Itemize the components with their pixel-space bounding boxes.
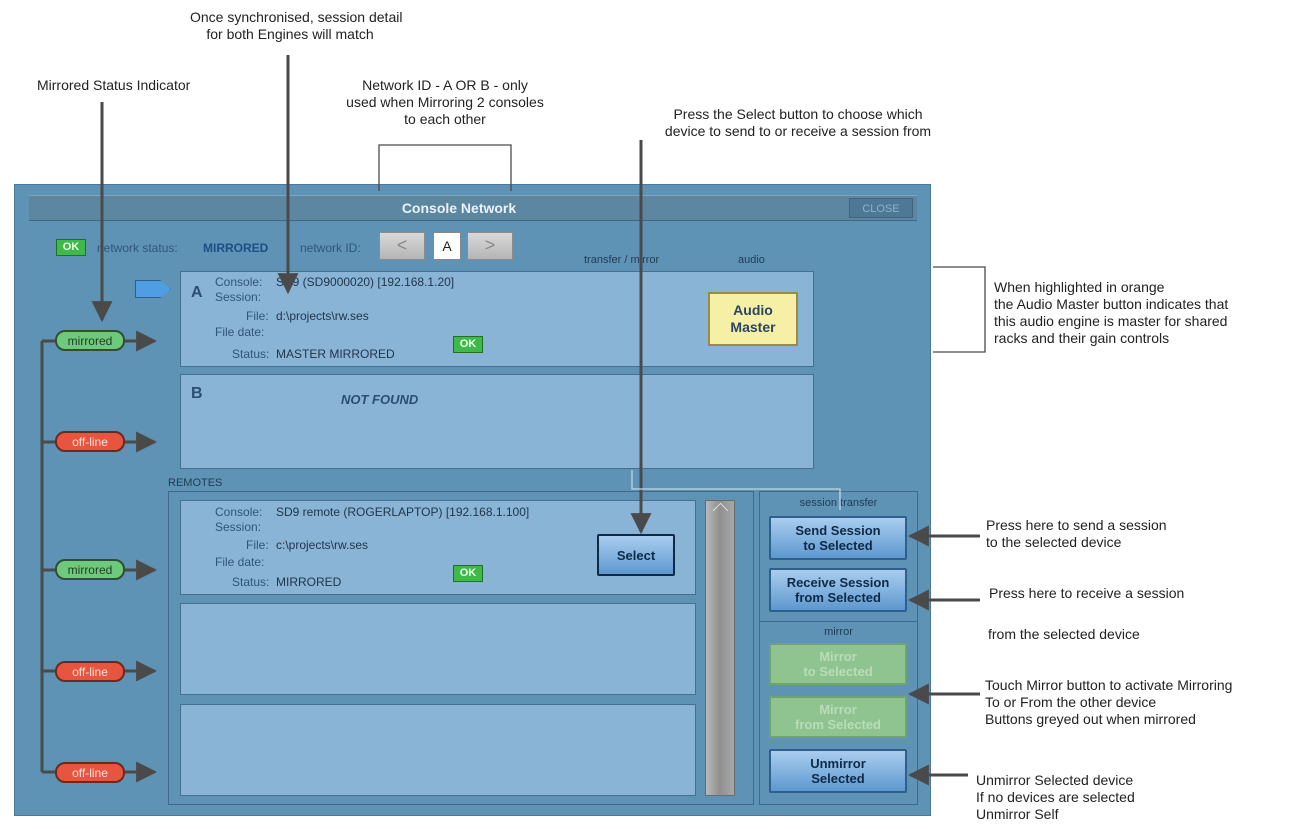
remote-1-mirrored-indicator: mirrored (55, 559, 125, 580)
engine-a-filedate-label: File date: (215, 325, 265, 339)
engine-b-letter: B (191, 385, 203, 402)
remotes-scrollbar[interactable] (705, 500, 735, 796)
mirror-to-selected-button[interactable]: Mirror to Selected (769, 643, 907, 685)
engine-a-status-value: MASTER MIRRORED (276, 347, 395, 361)
remote-2-offline-indicator: off-line (55, 661, 125, 682)
select-annotation: Press the Select button to choose which … (664, 106, 932, 139)
sync-annotation: Once synchronised, session detail for bo… (190, 9, 403, 42)
session-transfer-label: session transfer (799, 497, 878, 509)
mirror-from-selected-button[interactable]: Mirror from Selected (769, 696, 907, 738)
unmirror-annotation: Unmirror Selected device If no devices a… (976, 772, 1135, 822)
network-ok-badge: OK (56, 239, 86, 256)
engine-a-console-value: SD9 (SD9000020) [192.168.1.20] (276, 275, 455, 289)
current-engine-pointer-icon (135, 280, 171, 298)
engine-a-status-label: Status: (232, 347, 270, 361)
network-id-annotation: Network ID - A OR B - only used when Mir… (346, 77, 544, 127)
send-session-button[interactable]: Send Session to Selected (769, 516, 907, 560)
remote-1-filedate-label: File date: (215, 555, 265, 569)
network-status-value: MIRRORED (203, 241, 269, 255)
engine-b-offline-indicator: off-line (55, 431, 125, 452)
remote-1-status-value: MIRRORED (276, 575, 342, 589)
remote-3-panel[interactable] (180, 704, 696, 796)
console-network-window: Console Network CLOSE OK network status:… (14, 184, 931, 816)
engine-a-letter: A (191, 284, 203, 301)
remote-1-console-value: SD9 remote (ROGERLAPTOP) [192.168.1.100] (276, 505, 530, 519)
engine-a-console-label: Console: (215, 275, 263, 289)
receive-session-button[interactable]: Receive Session from Selected (769, 568, 907, 612)
engine-b-panel[interactable]: B NOT FOUND (180, 374, 814, 469)
remote-1-panel[interactable]: Console: SD9 remote (ROGERLAPTOP) [192.1… (180, 500, 696, 595)
scroll-up-icon[interactable] (712, 502, 729, 519)
remote-1-file-label: File: (246, 538, 269, 552)
remote-1-ok-badge: OK (453, 565, 483, 582)
select-button[interactable]: Select (597, 534, 675, 576)
unmirror-selected-button[interactable]: Unmirror Selected (769, 749, 907, 793)
audio-master-annotation: When highlighted in orange the Audio Mas… (994, 279, 1229, 346)
remote-1-console-label: Console: (215, 505, 263, 519)
mirror-annotation: Touch Mirror button to activate Mirrorin… (985, 677, 1233, 727)
remote-1-status-label: Status: (232, 575, 270, 589)
transfer-mirror-column-label: transfer / mirror (584, 254, 660, 266)
remote-3-offline-indicator: off-line (55, 762, 125, 783)
engine-b-not-found: NOT FOUND (341, 392, 419, 407)
network-id-prev-button[interactable]: < (379, 232, 425, 260)
window-title: Console Network (401, 200, 517, 216)
engine-a-mirrored-indicator: mirrored (55, 330, 125, 351)
mirrored-status-annotation: Mirrored Status Indicator (37, 77, 191, 93)
engine-a-panel[interactable]: A Console: SD9 (SD9000020) [192.168.1.20… (180, 271, 814, 367)
remote-1-session-label: Session: (215, 520, 262, 534)
close-button[interactable]: CLOSE (849, 198, 913, 218)
network-id-next-button[interactable]: > (467, 232, 513, 260)
mirror-section-label: mirror (824, 626, 853, 638)
engine-a-ok-badge: OK (453, 336, 483, 353)
remote-1-file-value: c:\projects\rw.ses (276, 538, 369, 552)
engine-a-file-value: d:\projects\rw.ses (276, 309, 369, 323)
engine-a-file-label: File: (246, 309, 269, 323)
network-id-label: network ID: (300, 241, 361, 255)
remote-2-panel[interactable] (180, 603, 696, 695)
title-bar: Console Network CLOSE (29, 195, 917, 221)
network-status-label: network status: (97, 241, 178, 255)
network-id-value: A (433, 232, 461, 260)
receive-session-annotation: Press here to receive a session (989, 585, 1185, 601)
remotes-label: REMOTES (168, 477, 223, 489)
send-session-annotation: Press here to send a session to the sele… (986, 517, 1167, 550)
side-panel-divider (759, 621, 918, 622)
audio-column-label: audio (738, 254, 765, 266)
engine-a-session-label: Session: (215, 290, 262, 304)
audio-master-button[interactable]: Audio Master (708, 292, 798, 346)
receive-session-annotation-2: from the selected device (988, 626, 1140, 642)
